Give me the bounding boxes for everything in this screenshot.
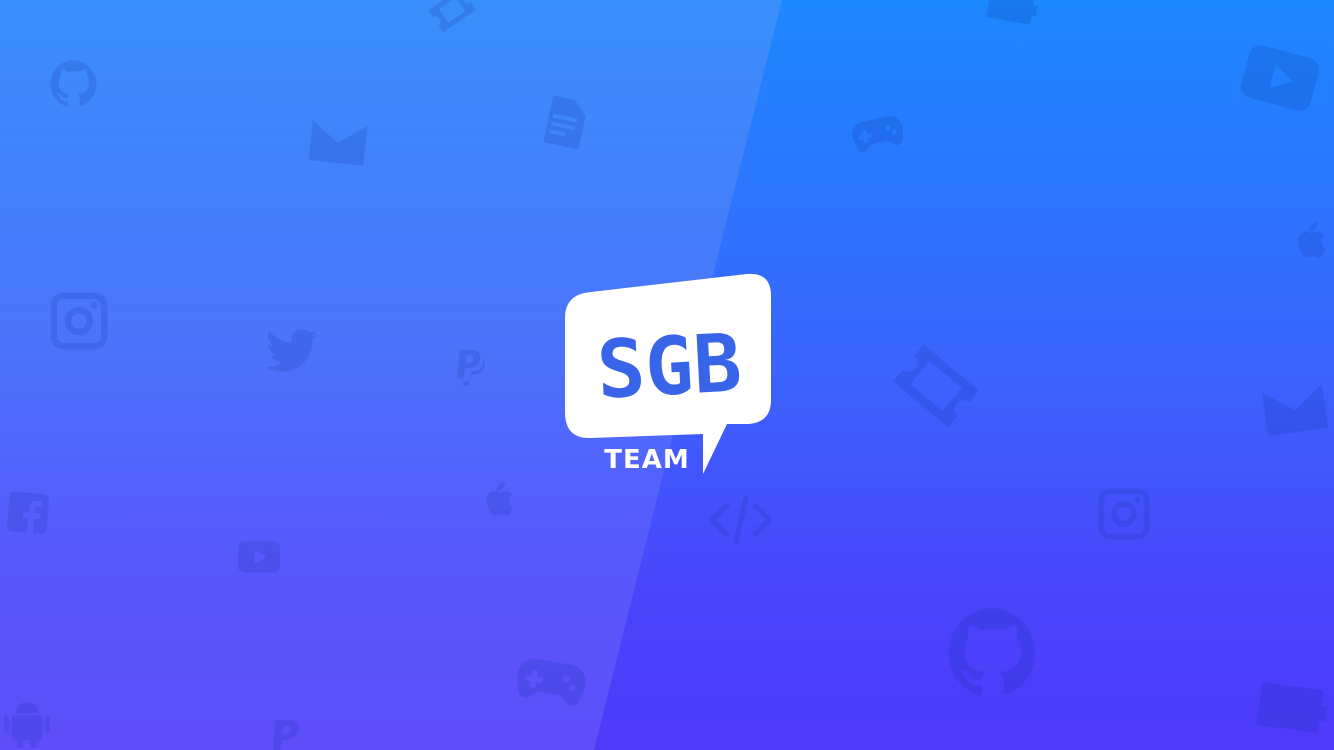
apple-icon [486,482,513,516]
ticket-icon [427,0,477,33]
sgb-team-logo: SGB TEAM [563,272,773,478]
facebook-icon [6,491,50,535]
paypal-icon [272,720,299,750]
code-icon [710,496,772,544]
android-icon [4,702,50,748]
logo-sub-text: TEAM [604,445,690,475]
instagram-icon [1098,488,1150,540]
youtube-icon [1240,45,1320,111]
instagram-icon [50,292,108,350]
splash-screen: SGB TEAM [0,0,1334,750]
wallet-icon [1256,681,1328,734]
gamepad-icon [852,116,903,153]
github-icon [948,608,1036,696]
apple-icon [1297,222,1326,258]
gamepad-icon [517,658,586,706]
document-icon [543,95,586,150]
ticket-icon [892,344,980,428]
logo-speech-bubble: SGB TEAM [565,273,771,475]
github-icon [50,60,97,107]
paypal-icon [457,350,485,386]
wallet-icon [986,0,1038,25]
mail-icon [1261,384,1329,436]
twitter-icon [266,329,318,372]
mail-icon [308,120,368,166]
youtube-icon [238,541,280,573]
logo-main-text: SGB [595,316,744,416]
